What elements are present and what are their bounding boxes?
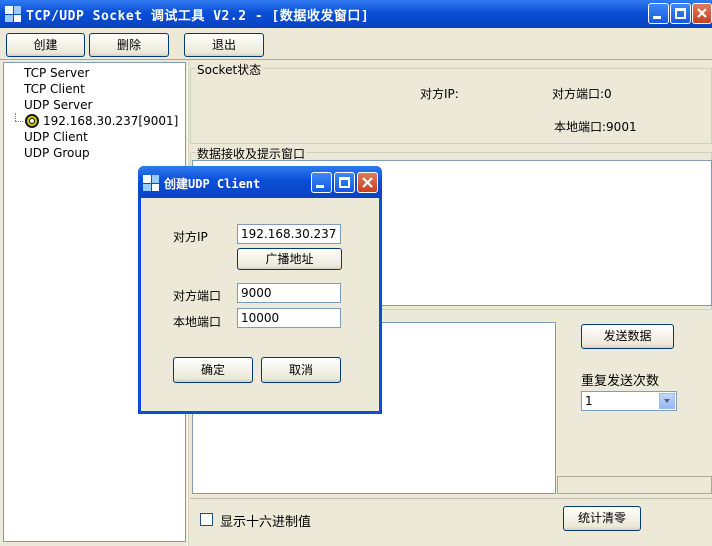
- send-data-button[interactable]: 发送数据: [581, 324, 674, 349]
- tcp-client-icon: [6, 82, 20, 96]
- tree-connector: [15, 121, 23, 122]
- tree-connector: [15, 113, 16, 121]
- toolbar-divider: [0, 59, 712, 60]
- udp-client-icon: [6, 130, 20, 144]
- peer-ip-value: 192.168.30.237: [241, 227, 337, 241]
- dialog-local-port-label: 本地端口: [173, 315, 222, 329]
- peer-port-label: 对方端口:0: [552, 87, 612, 101]
- socket-status-group-label: Socket状态: [196, 61, 263, 78]
- tree-item-label: UDP Server: [24, 98, 93, 112]
- hex-checkbox[interactable]: [200, 513, 213, 526]
- dialog-peer-ip-label: 对方IP: [173, 230, 208, 244]
- app-icon: [5, 6, 21, 22]
- repeat-count-value: 1: [585, 394, 593, 408]
- dialog-maximize-button[interactable]: [334, 172, 355, 193]
- udp-group-icon: [6, 146, 20, 160]
- minimize-icon: [316, 185, 324, 188]
- udp-server-icon: [6, 98, 20, 112]
- tree-item-tcp-server[interactable]: TCP Server: [6, 65, 89, 81]
- exit-button[interactable]: 退出: [184, 33, 264, 57]
- peer-ip-input[interactable]: 192.168.30.237: [237, 224, 341, 244]
- hex-checkbox-label: 显示十六进制值: [220, 515, 312, 530]
- tree-item-label: UDP Client: [24, 130, 88, 144]
- local-port-label: 本地端口:9001: [554, 120, 637, 134]
- peer-ip-label: 对方IP:: [420, 87, 459, 101]
- local-port-input[interactable]: 10000: [237, 308, 341, 328]
- window-title: TCP/UDP Socket 调试工具 V2.2 - [数据收发窗口]: [26, 9, 370, 24]
- dialog-title-bar[interactable]: 创建UDP Client: [138, 166, 382, 198]
- close-icon: [697, 8, 707, 18]
- close-icon: [362, 177, 373, 188]
- status-bar-panel: [557, 476, 712, 494]
- maximize-icon: [339, 177, 350, 188]
- broadcast-address-button[interactable]: 广播地址: [237, 248, 342, 270]
- tree-item-label: TCP Server: [24, 66, 90, 80]
- bottom-divider: [190, 498, 712, 499]
- maximize-button[interactable]: [670, 3, 691, 24]
- peer-port-value: 9000: [241, 286, 272, 300]
- create-udp-client-dialog[interactable]: 创建UDP Client 对方IP 192.168.30.237 广播地址 对方…: [138, 166, 382, 414]
- local-port-value: 10000: [241, 311, 280, 325]
- dialog-close-button[interactable]: [357, 172, 378, 193]
- cancel-button[interactable]: 取消: [261, 357, 341, 383]
- minimize-icon: [653, 16, 661, 19]
- tree-item-udp-group[interactable]: UDP Group: [6, 145, 90, 161]
- dialog-title: 创建UDP Client: [164, 177, 261, 191]
- connection-icon: [25, 114, 39, 128]
- repeat-count-label: 重复发送次数: [581, 374, 660, 389]
- tree-item-tcp-client[interactable]: TCP Client: [6, 81, 85, 97]
- clear-stats-button[interactable]: 统计清零: [563, 506, 641, 531]
- minimize-button[interactable]: [648, 3, 669, 24]
- repeat-count-select[interactable]: 1: [581, 391, 677, 411]
- tcp-server-icon: [6, 66, 20, 80]
- tree-item-udp-server-connection[interactable]: 192.168.30.237[9001]: [25, 113, 178, 129]
- ok-button[interactable]: 确定: [173, 357, 253, 383]
- maximize-icon: [675, 8, 686, 19]
- dropdown-button[interactable]: [659, 393, 675, 409]
- window-title-bar[interactable]: TCP/UDP Socket 调试工具 V2.2 - [数据收发窗口]: [0, 0, 712, 28]
- tree-item-udp-client[interactable]: UDP Client: [6, 129, 88, 145]
- tree-item-label: 192.168.30.237[9001]: [43, 114, 179, 128]
- close-button[interactable]: [692, 3, 712, 24]
- peer-port-input[interactable]: 9000: [237, 283, 341, 303]
- delete-button[interactable]: 删除: [89, 33, 169, 57]
- dialog-peer-port-label: 对方端口: [173, 289, 222, 303]
- tree-item-label: UDP Group: [24, 146, 90, 160]
- tree-item-label: TCP Client: [24, 82, 85, 96]
- dialog-app-icon: [143, 175, 159, 191]
- tree-item-udp-server[interactable]: UDP Server: [6, 97, 92, 113]
- create-button[interactable]: 创建: [6, 33, 85, 57]
- chevron-down-icon: [664, 399, 670, 403]
- dialog-minimize-button[interactable]: [311, 172, 332, 193]
